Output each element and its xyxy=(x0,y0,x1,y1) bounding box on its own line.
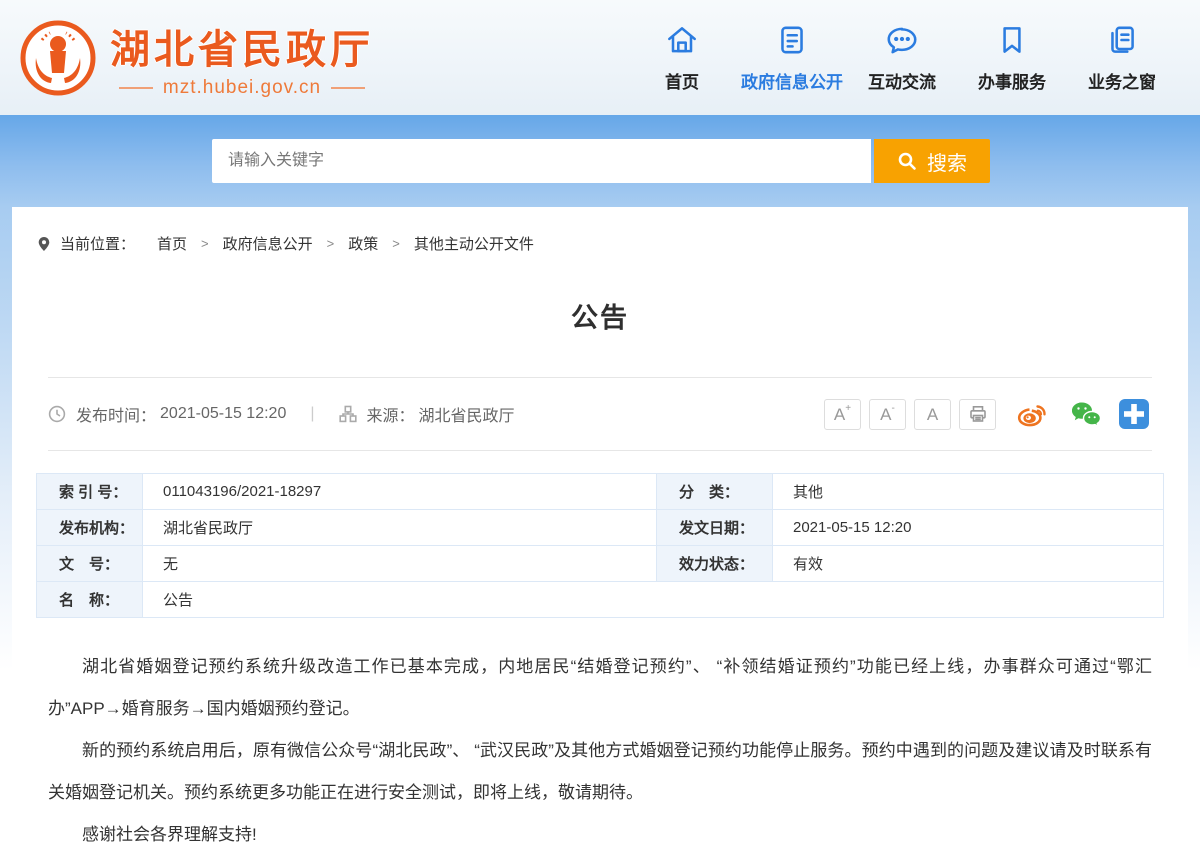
nav-label: 办事服务 xyxy=(978,68,1046,93)
article-toolbar: A+ A- A xyxy=(824,396,1152,432)
breadcrumb-separator: > xyxy=(327,236,335,251)
article-body: 湖北省婚姻登记预约系统升级改造工作已基本完成，内地居民“结婚登记预约”、 “补领… xyxy=(36,646,1164,851)
meta-value-doc-no: 无 xyxy=(143,546,657,582)
table-row: 名 称： 公告 xyxy=(37,582,1164,618)
search-button[interactable]: 搜索 xyxy=(874,139,990,183)
font-reset-button[interactable]: A xyxy=(914,399,951,430)
meta-label-issue-date: 发文日期： xyxy=(657,510,773,546)
divider xyxy=(48,450,1152,451)
table-row: 发布机构： 湖北省民政厅 发文日期： 2021-05-15 12:20 xyxy=(37,510,1164,546)
breadcrumb-separator: > xyxy=(201,236,209,251)
publish-info: 发布时间：2021-05-15 12:20 | 来源：湖北省民政厅 xyxy=(48,402,515,426)
meta-label-category: 分 类： xyxy=(657,474,773,510)
search-box: 搜索 xyxy=(212,139,990,183)
meta-label-validity: 效力状态： xyxy=(657,546,773,582)
meta-value-name: 公告 xyxy=(143,582,1164,618)
meta-label-name: 名 称： xyxy=(37,582,143,618)
nav-item-interaction[interactable]: 互动交流 xyxy=(854,22,950,93)
search-icon xyxy=(897,151,917,171)
wechat-share-icon[interactable] xyxy=(1068,396,1104,432)
nav-item-home[interactable]: 首页 xyxy=(634,22,730,93)
site-domain: mzt.hubei.gov.cn xyxy=(119,77,365,99)
nav-item-business-window[interactable]: 业务之窗 xyxy=(1074,22,1170,93)
page-title: 公告 xyxy=(36,296,1164,335)
table-row: 索 引 号： 011043196/2021-18297 分 类： 其他 xyxy=(37,474,1164,510)
document-meta-table: 索 引 号： 011043196/2021-18297 分 类： 其他 发布机构… xyxy=(36,473,1164,618)
paragraph: 感谢社会各界理解支持! xyxy=(48,814,1152,851)
document-icon xyxy=(774,22,810,58)
publish-time-label: 发布时间： xyxy=(76,402,156,426)
source-icon xyxy=(339,405,357,423)
meta-label-publisher: 发布机构： xyxy=(37,510,143,546)
nav-item-gov-info[interactable]: 政府信息公开 xyxy=(744,22,840,93)
source-value: 湖北省民政厅 xyxy=(419,402,515,426)
breadcrumb-item-policy[interactable]: 政策 xyxy=(348,233,378,254)
search-button-label: 搜索 xyxy=(927,147,967,176)
chat-bubble-icon xyxy=(884,22,920,58)
site-title: 湖北省民政厅 xyxy=(110,17,374,75)
location-pin-icon xyxy=(36,236,52,252)
font-increase-button[interactable]: A+ xyxy=(824,399,861,430)
source-label: 来源： xyxy=(367,402,415,426)
breadcrumb-label: 当前位置： xyxy=(60,233,135,254)
clock-icon xyxy=(48,405,66,423)
home-icon xyxy=(664,22,700,58)
nav-label: 互动交流 xyxy=(868,68,936,93)
publish-time: 2021-05-15 12:20 xyxy=(160,405,286,423)
nav-label: 首页 xyxy=(665,68,699,93)
publish-row: 发布时间：2021-05-15 12:20 | 来源：湖北省民政厅 A+ A- … xyxy=(36,378,1164,450)
breadcrumb-item-home[interactable]: 首页 xyxy=(157,233,187,254)
breadcrumb-item-other-docs[interactable]: 其他主动公开文件 xyxy=(414,233,534,254)
nav-label: 业务之窗 xyxy=(1088,68,1156,93)
font-decrease-button[interactable]: A- xyxy=(869,399,906,430)
meta-value-validity: 有效 xyxy=(773,546,1164,582)
bookmark-icon xyxy=(994,22,1030,58)
meta-label-index-no: 索 引 号： xyxy=(37,474,143,510)
weibo-share-icon[interactable] xyxy=(1014,396,1050,432)
meta-value-category: 其他 xyxy=(773,474,1164,510)
search-input[interactable] xyxy=(212,139,871,183)
table-row: 文 号： 无 效力状态： 有效 xyxy=(37,546,1164,582)
main-nav: 首页 政府信息公开 互动交流 办事服务 业务之窗 xyxy=(634,22,1170,93)
breadcrumb-separator: > xyxy=(392,236,400,251)
article-card: 当前位置： 首页 > 政府信息公开 > 政策 > 其他主动公开文件 公告 发布时… xyxy=(12,207,1188,851)
print-button[interactable] xyxy=(959,399,996,430)
meta-value-issue-date: 2021-05-15 12:20 xyxy=(773,510,1164,546)
site-header: 湖北省民政厅 mzt.hubei.gov.cn 首页 政府信息公开 互动交流 xyxy=(0,0,1200,115)
content-background: 当前位置： 首页 > 政府信息公开 > 政策 > 其他主动公开文件 公告 发布时… xyxy=(0,207,1200,851)
meta-label-doc-no: 文 号： xyxy=(37,546,143,582)
pages-icon xyxy=(1104,22,1140,58)
site-brand[interactable]: 湖北省民政厅 mzt.hubei.gov.cn xyxy=(20,17,374,99)
paragraph: 新的预约系统启用后，原有微信公众号“湖北民政”、 “武汉民政”及其他方式婚姻登记… xyxy=(48,730,1152,814)
search-band: 搜索 xyxy=(0,115,1200,207)
paragraph: 湖北省婚姻登记预约系统升级改造工作已基本完成，内地居民“结婚登记预约”、 “补领… xyxy=(48,646,1152,730)
brand-text: 湖北省民政厅 mzt.hubei.gov.cn xyxy=(110,17,374,99)
meta-value-publisher: 湖北省民政厅 xyxy=(143,510,657,546)
separator: | xyxy=(310,405,314,423)
nav-label: 政府信息公开 xyxy=(741,68,843,93)
breadcrumb: 当前位置： 首页 > 政府信息公开 > 政策 > 其他主动公开文件 xyxy=(36,207,1164,254)
printer-icon xyxy=(969,405,987,423)
ministry-logo-icon xyxy=(20,20,96,96)
share-more-icon[interactable] xyxy=(1116,396,1152,432)
nav-item-services[interactable]: 办事服务 xyxy=(964,22,1060,93)
meta-value-index-no: 011043196/2021-18297 xyxy=(143,474,657,510)
breadcrumb-item-gov-info[interactable]: 政府信息公开 xyxy=(223,233,313,254)
